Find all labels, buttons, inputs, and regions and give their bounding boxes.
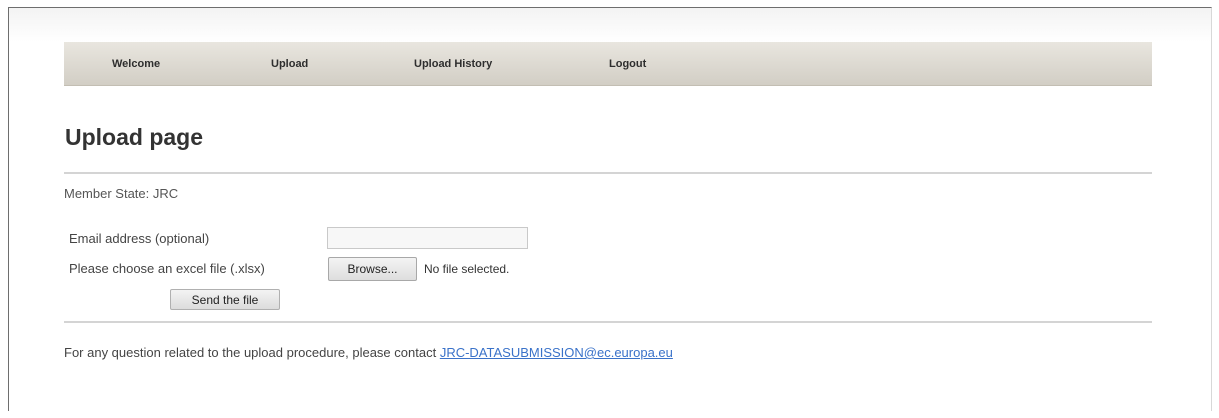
file-status-text: No file selected. xyxy=(424,262,510,276)
title-divider xyxy=(64,172,1152,174)
footer-divider xyxy=(64,321,1152,323)
main-navigation: Welcome Upload Upload History Logout xyxy=(64,42,1152,86)
browse-button[interactable]: Browse... xyxy=(328,257,417,281)
contact-line: For any question related to the upload p… xyxy=(64,345,673,360)
page-title: Upload page xyxy=(65,124,204,150)
nav-item-upload-history[interactable]: Upload History xyxy=(414,42,492,86)
nav-item-upload[interactable]: Upload xyxy=(271,42,308,86)
send-file-button[interactable]: Send the file xyxy=(170,289,280,310)
member-state-text: Member State: JRC xyxy=(64,186,179,201)
contact-text: For any question related to the upload p… xyxy=(64,345,440,360)
email-label: Email address (optional) xyxy=(69,231,210,246)
contact-email-link[interactable]: JRC-DATASUBMISSION@ec.europa.eu xyxy=(440,345,673,360)
nav-item-welcome[interactable]: Welcome xyxy=(112,42,160,86)
nav-item-logout[interactable]: Logout xyxy=(609,42,646,86)
email-input[interactable] xyxy=(327,227,528,249)
file-label: Please choose an excel file (.xlsx) xyxy=(69,261,265,276)
